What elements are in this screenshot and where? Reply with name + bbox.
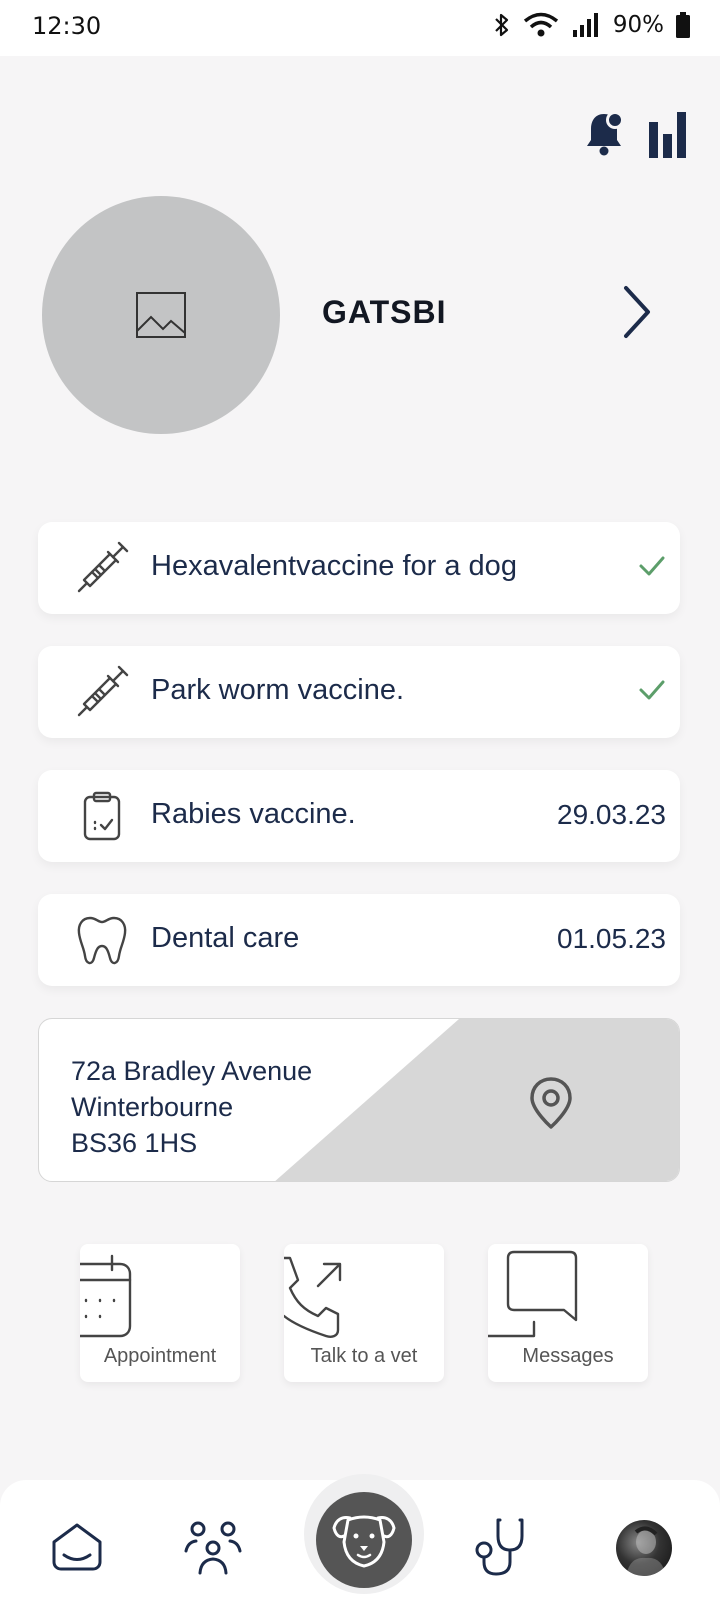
user-avatar-photo [626, 1526, 666, 1576]
dog-face-icon [332, 1515, 396, 1568]
bluetooth-icon [495, 13, 508, 37]
chat-bubble-icon [488, 1250, 578, 1338]
appointment-button[interactable]: Appointment [80, 1244, 240, 1382]
stats-bars-icon[interactable] [648, 110, 688, 158]
home-icon[interactable] [50, 1522, 104, 1572]
status-bar: 12:30 90% [0, 0, 720, 56]
health-item-label: Park worm vaccine. [151, 674, 405, 706]
messages-button[interactable]: Messages [488, 1244, 648, 1382]
health-item-label: Hexavalentvaccine for a dog [151, 550, 517, 582]
image-placeholder-icon [136, 292, 186, 338]
syringe-icon [77, 665, 129, 717]
address-text: 72a Bradley Avenue Winterbourne BS36 1HS [71, 1053, 312, 1161]
health-item-date: 01.05.23 [557, 923, 666, 954]
address-card[interactable]: 72a Bradley Avenue Winterbourne BS36 1HS [38, 1018, 680, 1182]
check-icon [639, 556, 665, 576]
calendar-icon [80, 1254, 132, 1338]
map-pin-icon[interactable] [527, 1075, 575, 1131]
battery-percent: 90% [612, 12, 664, 38]
people-icon[interactable] [184, 1520, 242, 1576]
phone-outgoing-icon [284, 1256, 342, 1338]
stethoscope-icon[interactable] [470, 1518, 528, 1578]
user-avatar[interactable] [616, 1520, 672, 1576]
address-line-1: 72a Bradley Avenue [71, 1056, 313, 1086]
tile-label: Appointment [103, 1345, 217, 1367]
notification-bell-icon[interactable] [584, 108, 624, 158]
talk-to-vet-button[interactable]: Talk to a vet [284, 1244, 444, 1382]
health-item-card[interactable]: Park worm vaccine. [38, 646, 680, 738]
tile-label: Messages [522, 1345, 614, 1367]
address-line-2: Winterbourne [71, 1092, 234, 1122]
health-item-label: Rabies vaccine. [151, 798, 356, 830]
pet-photo[interactable] [42, 196, 280, 434]
status-time: 12:30 [32, 12, 102, 40]
battery-icon [676, 12, 690, 38]
address-line-3: BS36 1HS [71, 1128, 198, 1158]
check-icon [639, 680, 665, 700]
tooth-icon [77, 916, 127, 965]
health-item-date: 29.03.23 [557, 799, 666, 830]
clipboard-check-icon [83, 791, 121, 841]
signal-icon [572, 13, 598, 37]
tile-label: Talk to a vet [310, 1345, 418, 1367]
pet-name[interactable]: GATSBI [322, 294, 447, 331]
health-item-card[interactable]: Rabies vaccine. 29.03.23 [38, 770, 680, 862]
pet-profile-nav-button[interactable] [316, 1492, 412, 1588]
health-item-card[interactable]: Dental care 01.05.23 [38, 894, 680, 986]
wifi-icon [523, 12, 558, 37]
chevron-right-icon[interactable] [620, 284, 654, 340]
health-item-label: Dental care [151, 922, 300, 954]
syringe-icon [77, 541, 129, 593]
health-item-card[interactable]: Hexavalentvaccine for a dog [38, 522, 680, 614]
